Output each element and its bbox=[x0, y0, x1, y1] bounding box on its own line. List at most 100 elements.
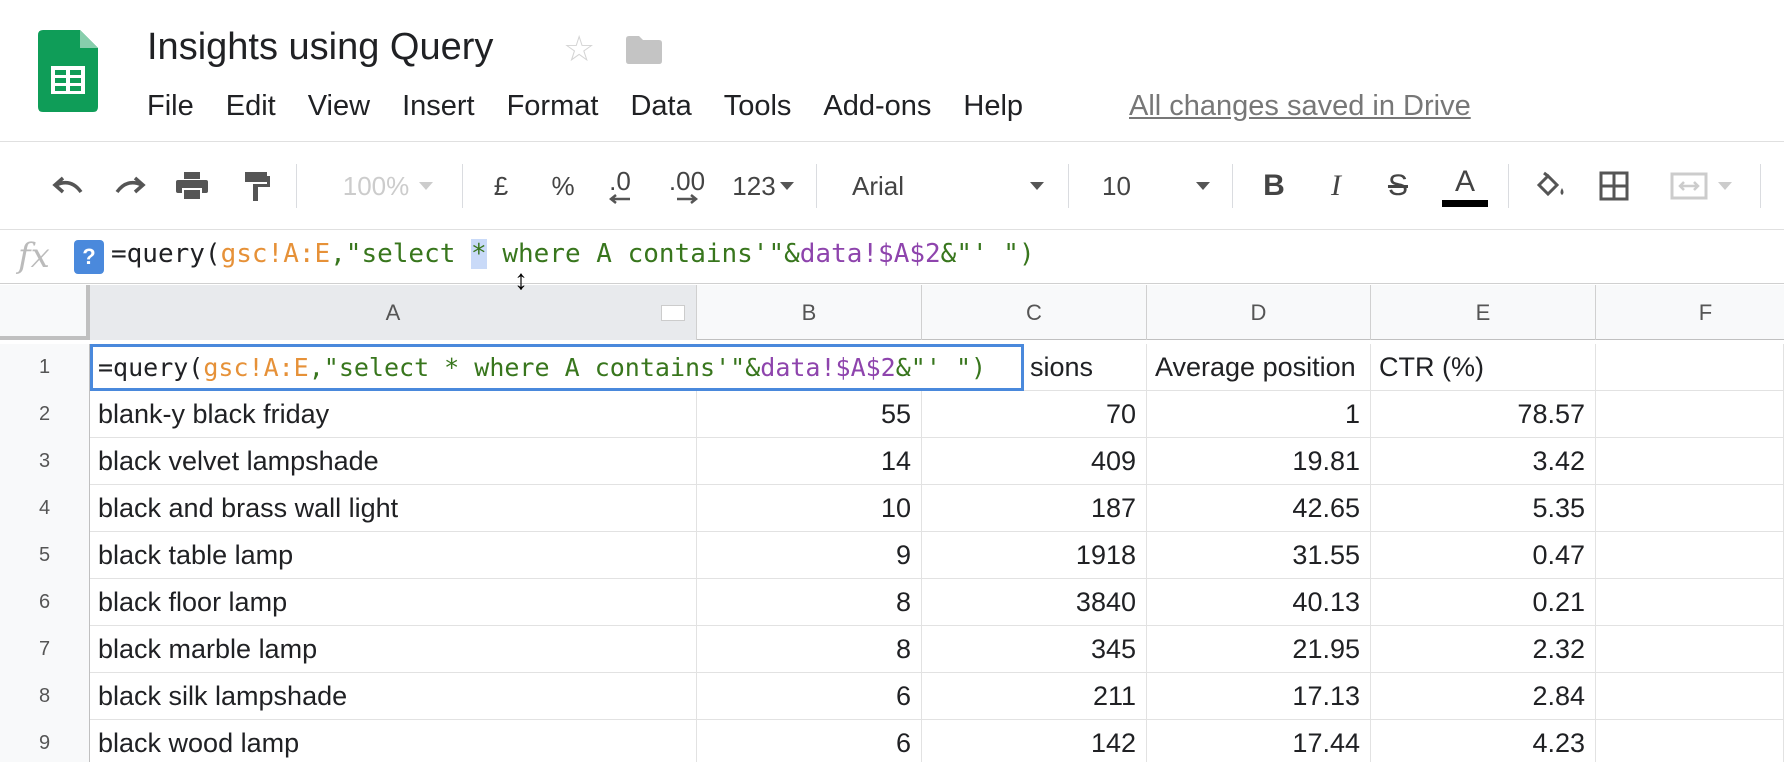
cell-query[interactable]: black table lamp bbox=[90, 532, 697, 579]
column-menu-icon[interactable] bbox=[661, 305, 685, 321]
strikethrough-button[interactable]: S bbox=[1378, 142, 1418, 230]
cell-query[interactable]: black wood lamp bbox=[90, 720, 697, 762]
currency-button[interactable]: £ bbox=[484, 142, 518, 230]
cell-ctr[interactable]: 5.35 bbox=[1371, 485, 1596, 532]
cell-average-position[interactable]: 40.13 bbox=[1147, 579, 1371, 626]
cell-query[interactable]: black floor lamp bbox=[90, 579, 697, 626]
menu-edit[interactable]: Edit bbox=[226, 90, 276, 123]
cell-average-position[interactable]: 17.44 bbox=[1147, 720, 1371, 762]
column-header-d[interactable]: D bbox=[1147, 285, 1371, 340]
cell-impressions[interactable]: 345 bbox=[922, 626, 1147, 673]
cell-query[interactable]: black and brass wall light bbox=[90, 485, 697, 532]
bold-button[interactable]: B bbox=[1254, 142, 1294, 230]
paint-format-icon[interactable] bbox=[234, 142, 278, 230]
menu-file[interactable]: File bbox=[147, 90, 194, 123]
percent-button[interactable]: % bbox=[546, 142, 580, 230]
cell-query[interactable]: black marble lamp bbox=[90, 626, 697, 673]
cell-ctr[interactable]: 78.57 bbox=[1371, 391, 1596, 438]
menu-view[interactable]: View bbox=[308, 90, 370, 123]
cell-clicks[interactable]: 9 bbox=[697, 532, 922, 579]
cell-query[interactable]: black velvet lampshade bbox=[90, 438, 697, 485]
fill-color-icon[interactable] bbox=[1528, 142, 1572, 230]
cell-query[interactable]: black silk lampshade bbox=[90, 673, 697, 720]
menu-tools[interactable]: Tools bbox=[724, 90, 792, 123]
menu-addons[interactable]: Add-ons bbox=[823, 90, 931, 123]
cell-clicks[interactable]: 10 bbox=[697, 485, 922, 532]
formula-input[interactable]: =query(gsc!A:E,"select * where A contain… bbox=[111, 239, 1035, 269]
zoom-select[interactable]: 100% bbox=[328, 142, 448, 230]
cell-clicks[interactable]: 6 bbox=[697, 720, 922, 762]
cell-average-position[interactable]: 31.55 bbox=[1147, 532, 1371, 579]
cell-average-position[interactable]: 17.13 bbox=[1147, 673, 1371, 720]
cell-editor-a1[interactable]: =query(gsc!A:E,"select * where A contain… bbox=[90, 344, 1024, 391]
cell-impressions[interactable]: 1918 bbox=[922, 532, 1147, 579]
merge-cells-icon[interactable] bbox=[1656, 142, 1746, 230]
cell-f[interactable] bbox=[1596, 438, 1784, 485]
row-header[interactable]: 5 bbox=[0, 532, 90, 579]
undo-icon[interactable] bbox=[46, 142, 90, 230]
document-title[interactable]: Insights using Query bbox=[147, 26, 493, 69]
cell-clicks[interactable]: 55 bbox=[697, 391, 922, 438]
cell-clicks[interactable]: 8 bbox=[697, 626, 922, 673]
cell-ctr[interactable]: 3.42 bbox=[1371, 438, 1596, 485]
cell-f[interactable] bbox=[1596, 626, 1784, 673]
cell-ctr[interactable]: 2.32 bbox=[1371, 626, 1596, 673]
redo-icon[interactable] bbox=[108, 142, 152, 230]
cell-impressions[interactable]: 211 bbox=[922, 673, 1147, 720]
cell-ctr[interactable]: 2.84 bbox=[1371, 673, 1596, 720]
cell-clicks[interactable]: 8 bbox=[697, 579, 922, 626]
cell-d1[interactable]: Average position bbox=[1147, 344, 1371, 391]
row-header[interactable]: 2 bbox=[0, 391, 90, 438]
menu-insert[interactable]: Insert bbox=[402, 90, 475, 123]
formula-help-icon[interactable]: ? bbox=[74, 240, 104, 274]
row-header[interactable]: 6 bbox=[0, 579, 90, 626]
folder-icon[interactable] bbox=[626, 36, 662, 64]
row-header[interactable]: 3 bbox=[0, 438, 90, 485]
menu-format[interactable]: Format bbox=[507, 90, 599, 123]
row-header[interactable]: 1 bbox=[0, 344, 90, 391]
cell-ctr[interactable]: 0.47 bbox=[1371, 532, 1596, 579]
font-size-select[interactable]: 10 bbox=[1088, 142, 1220, 230]
select-all-corner[interactable] bbox=[0, 285, 90, 340]
more-formats-select[interactable]: 123 bbox=[726, 142, 800, 230]
cell-impressions[interactable]: 187 bbox=[922, 485, 1147, 532]
borders-icon[interactable] bbox=[1592, 142, 1636, 230]
cell-clicks[interactable]: 14 bbox=[697, 438, 922, 485]
cell-average-position[interactable]: 21.95 bbox=[1147, 626, 1371, 673]
column-header-a[interactable]: A bbox=[90, 285, 697, 340]
cell-query[interactable]: blank-y black friday bbox=[90, 391, 697, 438]
cell-f[interactable] bbox=[1596, 485, 1784, 532]
cell-f[interactable] bbox=[1596, 673, 1784, 720]
increase-decimal-button[interactable]: .00 bbox=[664, 142, 710, 230]
cell-average-position[interactable]: 19.81 bbox=[1147, 438, 1371, 485]
cell-e1[interactable]: CTR (%) bbox=[1371, 344, 1596, 391]
cell-average-position[interactable]: 1 bbox=[1147, 391, 1371, 438]
menu-help[interactable]: Help bbox=[963, 90, 1023, 123]
column-header-e[interactable]: E bbox=[1371, 285, 1596, 340]
text-color-button[interactable]: A bbox=[1440, 142, 1490, 230]
cell-impressions[interactable]: 142 bbox=[922, 720, 1147, 762]
cell-f[interactable] bbox=[1596, 532, 1784, 579]
cell-f1[interactable] bbox=[1596, 344, 1784, 391]
cell-impressions[interactable]: 409 bbox=[922, 438, 1147, 485]
cell-ctr[interactable]: 0.21 bbox=[1371, 579, 1596, 626]
font-family-select[interactable]: Arial bbox=[836, 142, 1056, 230]
menu-data[interactable]: Data bbox=[630, 90, 691, 123]
sheets-logo-icon[interactable] bbox=[38, 30, 98, 112]
decrease-decimal-button[interactable]: .0 bbox=[600, 142, 640, 230]
row-header[interactable]: 8 bbox=[0, 673, 90, 720]
cell-clicks[interactable]: 6 bbox=[697, 673, 922, 720]
column-header-b[interactable]: B bbox=[697, 285, 922, 340]
row-header[interactable]: 4 bbox=[0, 485, 90, 532]
row-header[interactable]: 7 bbox=[0, 626, 90, 673]
column-header-f[interactable]: F bbox=[1596, 285, 1784, 340]
star-icon[interactable]: ☆ bbox=[563, 28, 595, 70]
column-header-c[interactable]: C bbox=[922, 285, 1147, 340]
cell-f[interactable] bbox=[1596, 579, 1784, 626]
italic-button[interactable]: I bbox=[1316, 142, 1356, 230]
cell-impressions[interactable]: 3840 bbox=[922, 579, 1147, 626]
cell-f[interactable] bbox=[1596, 391, 1784, 438]
row-header[interactable]: 9 bbox=[0, 720, 90, 762]
cell-impressions[interactable]: 70 bbox=[922, 391, 1147, 438]
print-icon[interactable] bbox=[170, 142, 214, 230]
